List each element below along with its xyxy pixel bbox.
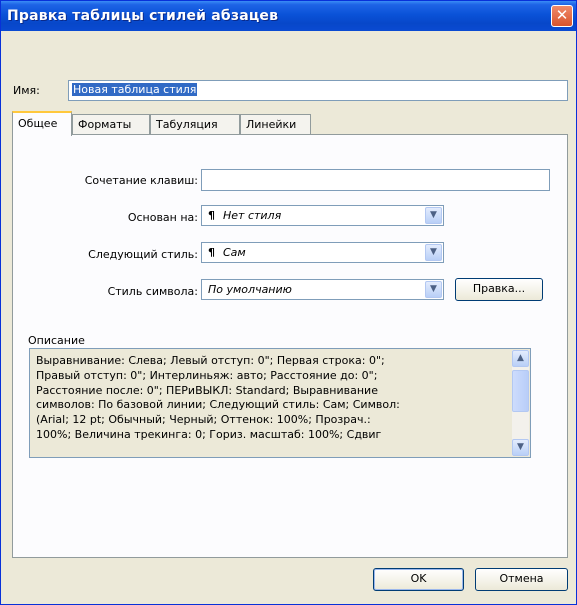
based-on-label: Основан на:	[127, 211, 198, 224]
window-title: Правка таблицы стилей абзацев	[7, 8, 279, 24]
next-style-combo-text: ¶ Сам	[208, 246, 246, 259]
based-on-select[interactable]: ¶ Нет стиля ▼	[201, 205, 444, 226]
name-label: Имя:	[13, 84, 40, 97]
tab-panel-general: Сочетание клавиш: Основан на: ¶ Нет стиля…	[12, 134, 568, 558]
name-input[interactable]: Новая таблица стиля	[68, 80, 568, 101]
chevron-down-icon[interactable]: ▼	[425, 281, 442, 298]
paragraph-icon: ¶	[208, 209, 215, 222]
based-on-combo-text: ¶ Нет стиля	[208, 209, 281, 222]
based-on-value: Нет стиля	[223, 209, 282, 222]
chevron-down-icon[interactable]: ▼	[425, 244, 442, 261]
tab-formats[interactable]: Форматы	[72, 114, 150, 135]
chevron-down-icon[interactable]: ▼	[425, 207, 442, 224]
description-line: 100%; Величина трекинга: 0; Гориз. масшт…	[36, 427, 382, 441]
ok-button[interactable]: OK	[373, 568, 464, 591]
tab-general[interactable]: Общее	[12, 111, 72, 136]
char-style-label: Стиль символа:	[107, 285, 198, 298]
next-style-label: Следующий стиль:	[88, 248, 198, 261]
name-input-value: Новая таблица стиля	[72, 83, 198, 96]
char-style-select[interactable]: По умолчанию ▼	[201, 279, 444, 300]
char-style-value: По умолчанию	[208, 283, 292, 296]
title-bar[interactable]: Правка таблицы стилей абзацев ✕	[1, 1, 576, 31]
description-line: Правый отступ: 0"; Интерлиньяж: авто; Ра…	[36, 368, 378, 382]
description-line: символов: По базовой линии; Следующий ст…	[36, 398, 400, 412]
description-scrollbar[interactable]: ▲ ▼	[512, 350, 529, 456]
description-line: (Arial; 12 pt; Обычный; Черный; Оттенок:…	[36, 413, 371, 427]
arrow-down-icon[interactable]: ▼	[512, 439, 529, 456]
description-text: Выравнивание: Слева; Левый отступ: 0"; П…	[36, 354, 496, 443]
description-line: Расстояние после: 0"; ПЕРиВЫКЛ: Standard…	[36, 383, 378, 397]
dialog-window: Правка таблицы стилей абзацев ✕ Имя: Нов…	[0, 0, 577, 605]
next-style-select[interactable]: ¶ Сам ▼	[201, 242, 444, 263]
close-button[interactable]: ✕	[551, 5, 573, 27]
edit-char-style-button[interactable]: Правка...	[455, 278, 543, 301]
shortcut-input[interactable]	[201, 169, 550, 191]
scrollbar-thumb[interactable]	[512, 370, 529, 412]
paragraph-icon: ¶	[208, 246, 215, 259]
cancel-button[interactable]: Отмена	[475, 568, 568, 591]
description-line: Выравнивание: Слева; Левый отступ: 0"; П…	[36, 354, 385, 367]
shortcut-label: Сочетание клавиш:	[84, 174, 198, 187]
description-box[interactable]: Выравнивание: Слева; Левый отступ: 0"; П…	[29, 348, 531, 458]
tab-tabulation[interactable]: Табуляция	[150, 114, 240, 135]
description-label: Описание	[28, 334, 85, 347]
arrow-up-icon[interactable]: ▲	[512, 350, 529, 367]
next-style-value: Сам	[223, 246, 246, 259]
tab-rulers[interactable]: Линейки	[240, 114, 311, 135]
